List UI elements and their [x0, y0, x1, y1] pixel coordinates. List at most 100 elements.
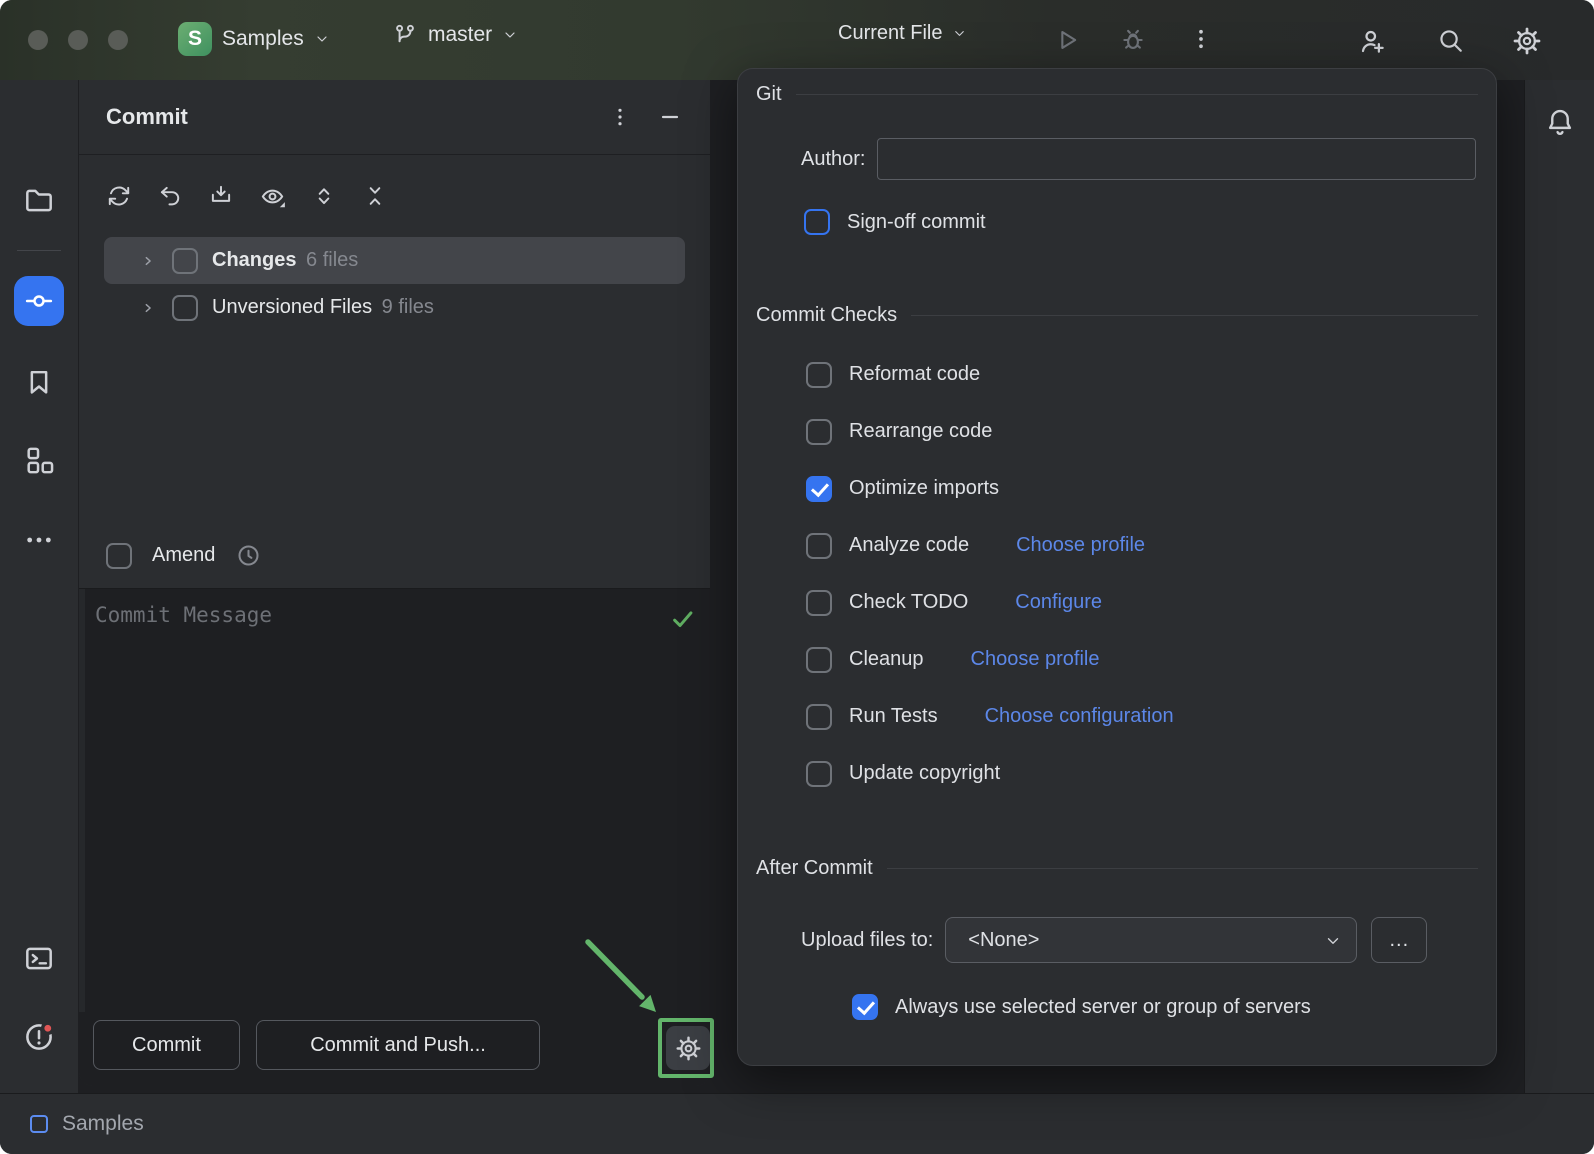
branch-selector[interactable]: master: [392, 22, 518, 48]
commit-and-push-button[interactable]: Commit and Push...: [256, 1020, 540, 1070]
check-row-rearrange: Rearrange code: [806, 403, 1476, 460]
commit-actions-bar: Commit Commit and Push...: [79, 1012, 710, 1086]
update-copyright-checkbox[interactable]: [806, 760, 832, 787]
check-row-analyze-code: Analyze code Choose profile: [806, 517, 1476, 574]
run-tests-checkbox[interactable]: [806, 703, 832, 730]
more-tools-icon[interactable]: [23, 524, 55, 556]
amend-checkbox[interactable]: [106, 542, 132, 569]
project-avatar: S: [178, 22, 212, 56]
reformat-checkbox[interactable]: [806, 361, 832, 388]
always-use-server-checkbox[interactable]: [852, 994, 878, 1020]
choose-profile-link[interactable]: Choose profile: [1016, 534, 1145, 557]
chevron-down-icon: [317, 36, 327, 42]
chevron-right-icon[interactable]: [138, 298, 158, 318]
problems-icon[interactable]: [22, 1020, 56, 1054]
section-rule: [911, 315, 1478, 316]
changes-tree: Changes 6 files Unversioned Files 9 file…: [79, 237, 710, 331]
commit-checks-title: Commit Checks: [756, 304, 898, 326]
debug-icon[interactable]: [1119, 26, 1147, 54]
run-configuration-name: Current File: [838, 22, 943, 44]
changes-checkbox[interactable]: [172, 247, 198, 274]
rearrange-label: Rearrange code: [849, 420, 993, 442]
project-folder-icon[interactable]: [23, 184, 56, 217]
unversioned-files-row[interactable]: Unversioned Files 9 files: [104, 284, 685, 331]
amend-label: Amend: [152, 544, 216, 566]
update-copyright-label: Update copyright: [849, 762, 1001, 784]
notifications-bell-icon[interactable]: [1544, 106, 1576, 138]
status-project-name[interactable]: Samples: [62, 1112, 144, 1136]
ide-window: S Samples master Current File Commit Cha…: [0, 0, 1594, 1154]
analyze-code-checkbox[interactable]: [806, 532, 832, 559]
project-selector[interactable]: S Samples: [178, 22, 330, 56]
history-clock-icon[interactable]: [235, 542, 262, 569]
cleanup-label: Cleanup: [849, 648, 924, 670]
chevron-down-icon: [505, 32, 515, 38]
git-branch-icon: [396, 24, 414, 43]
upload-target-value: <None>: [968, 928, 1040, 951]
run-tests-label: Run Tests: [849, 705, 938, 727]
search-icon[interactable]: [1436, 26, 1465, 55]
bookmark-icon[interactable]: [23, 366, 56, 399]
window-close-button[interactable]: [28, 30, 48, 50]
settings-gear-button[interactable]: [1512, 26, 1594, 56]
collapse-all-icon[interactable]: [362, 183, 388, 209]
commit-message-placeholder: Commit Message: [95, 603, 273, 627]
commit-toolbar: [79, 155, 710, 237]
check-todo-label: Check TODO: [849, 591, 969, 613]
structure-icon[interactable]: [23, 444, 56, 477]
chevron-right-icon[interactable]: [138, 251, 158, 271]
tool-strip-divider: [17, 250, 61, 251]
check-row-update-copyright: Update copyright: [806, 745, 1476, 802]
rearrange-checkbox[interactable]: [806, 418, 832, 445]
shelve-icon[interactable]: [208, 183, 234, 209]
view-options-eye-icon[interactable]: [259, 183, 286, 210]
project-status-icon: [30, 1115, 48, 1133]
run-icon[interactable]: [1053, 26, 1081, 54]
add-user-icon[interactable]: [1357, 26, 1387, 56]
window-minimize-button[interactable]: [68, 30, 88, 50]
commit-checks-list: Reformat code Rearrange code Optimize im…: [806, 346, 1476, 802]
always-use-server-row: Always use selected server or group of s…: [852, 994, 1311, 1020]
spellcheck-ok-icon: [673, 611, 693, 628]
after-commit-title: After Commit: [756, 857, 873, 879]
changes-count: 6 files: [306, 249, 359, 271]
analyze-code-label: Analyze code: [849, 534, 970, 556]
window-zoom-button[interactable]: [108, 30, 128, 50]
minimize-panel-icon[interactable]: [658, 105, 682, 129]
refresh-icon[interactable]: [106, 183, 132, 209]
author-row: Author:: [801, 138, 1476, 180]
configure-link[interactable]: Configure: [1015, 591, 1102, 614]
changes-label: Changes: [212, 249, 297, 271]
upload-target-dropdown[interactable]: <None>: [945, 917, 1358, 963]
run-configuration-selector[interactable]: Current File: [838, 22, 967, 45]
expand-all-icon[interactable]: [311, 183, 337, 209]
cleanup-checkbox[interactable]: [806, 646, 832, 673]
rollback-icon[interactable]: [157, 183, 183, 209]
right-tool-strip: [1524, 80, 1594, 1093]
panel-options-kebab-icon[interactable]: [608, 105, 632, 129]
section-rule: [795, 94, 1478, 95]
commit-tool-button[interactable]: [14, 276, 64, 326]
signoff-checkbox[interactable]: [804, 209, 830, 235]
commit-button[interactable]: Commit: [93, 1020, 240, 1070]
signoff-row: Sign-off commit: [804, 209, 986, 235]
check-todo-checkbox[interactable]: [806, 589, 832, 616]
optimize-imports-checkbox[interactable]: [806, 475, 832, 502]
choose-configuration-link[interactable]: Choose configuration: [985, 705, 1174, 728]
chevron-down-icon: [1328, 938, 1339, 944]
optimize-imports-label: Optimize imports: [849, 477, 1000, 499]
changes-row[interactable]: Changes 6 files: [104, 237, 685, 284]
commit-message-editor[interactable]: Commit Message: [79, 588, 710, 1013]
unversioned-checkbox[interactable]: [172, 294, 198, 321]
commit-options-popup: Git Author: Sign-off commit Commit Check…: [737, 68, 1497, 1066]
browse-servers-button[interactable]: ...: [1371, 917, 1428, 963]
amend-row: Amend: [106, 542, 262, 569]
more-kebab-icon[interactable]: [1188, 26, 1214, 52]
terminal-icon[interactable]: [23, 942, 56, 975]
branch-name: master: [428, 23, 493, 46]
check-row-run-tests: Run Tests Choose configuration: [806, 688, 1476, 745]
choose-profile-link[interactable]: Choose profile: [971, 648, 1100, 671]
check-row-reformat: Reformat code: [806, 346, 1476, 403]
unversioned-count: 9 files: [381, 296, 434, 318]
author-input[interactable]: [877, 138, 1476, 180]
